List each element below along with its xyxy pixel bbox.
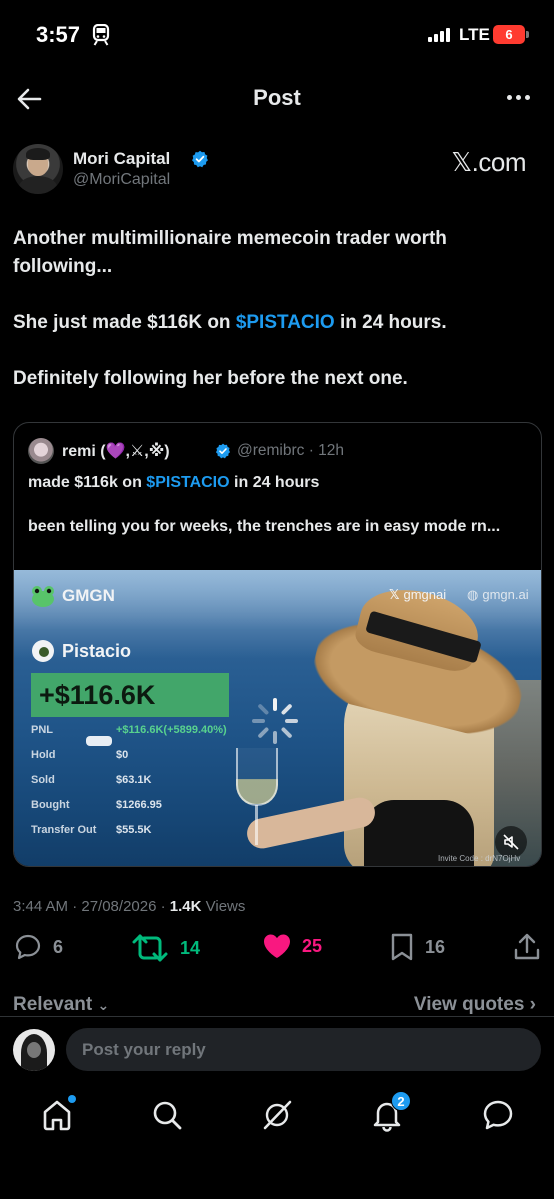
gmgn-logo: GMGN [30,584,115,608]
quoted-avatar [28,438,54,464]
views-count: 1.4K [169,898,202,915]
share-button[interactable] [513,932,541,962]
gmgn-brand: GMGN [62,586,115,605]
quoted-handle-time: @remibrc · 12h [237,442,345,459]
quoted-author-name: remi (💜,⚔,※) [62,443,170,460]
quoted-body: made $116k on $PISTACIO in 24 hours been… [28,472,528,560]
card-x-handle: 𝕏gmgnai [389,587,447,602]
repost-count: 14 [180,937,201,958]
repost-button[interactable]: 14 [130,932,200,964]
post-header: Post [0,78,554,118]
muted-speaker-icon [503,834,519,850]
loading-spinner-icon [252,698,298,744]
chat-bubble-icon [483,1100,513,1130]
pnl-total: +$116.6K [31,673,229,717]
more-options-icon[interactable] [507,95,530,100]
post-line: Definitely following her before the next… [13,368,408,389]
page-title: Post [253,85,301,110]
post-line: She just made $116K on $PISTACIO in 24 h… [13,312,447,333]
heart-icon [264,934,290,958]
boat-decoration [86,736,112,746]
nav-grok[interactable] [260,1098,294,1132]
quoted-media[interactable]: GMGN 𝕏gmgnai ◍ gmgn.ai Pistacio +$116.6K … [14,570,541,866]
battery-icon: 6 [493,25,525,44]
wine-glass [236,748,278,806]
post-line: Another multimillionaire memecoin trader… [13,228,447,277]
bottom-nav: 2 [0,1082,554,1152]
home-icon [43,1100,71,1131]
source-label: 𝕏.com [451,147,526,177]
chevron-down-icon: ⌄ [97,997,110,1013]
search-icon [153,1101,182,1130]
bookmark-icon [391,933,413,961]
author-handle[interactable]: @MoriCapital [73,171,170,189]
globe-icon: ◍ [467,587,479,602]
post-body: Another multimillionaire memecoin trader… [13,225,533,421]
reply-input[interactable]: Post your reply [66,1028,541,1071]
cashtag-link[interactable]: $PISTACIO [146,474,229,491]
nav-messages[interactable] [481,1098,515,1132]
chevron-right-icon: › [529,994,536,1015]
battery-tip [526,31,529,38]
quoted-line: made $116k on $PISTACIO in 24 hours [28,474,320,491]
quoted-line: been telling you for weeks, the trenches… [28,518,501,535]
quoted-header: remi (💜,⚔,※) @remibrc · 12h [28,438,528,464]
sort-dropdown[interactable]: Relevant ⌄ [13,994,109,1016]
like-count: 25 [302,935,323,956]
nav-home[interactable] [40,1095,76,1132]
like-button[interactable]: 25 [262,932,322,960]
nav-search[interactable] [150,1098,184,1132]
train-icon [92,24,110,46]
reply-composer: Post your reply [0,1016,554,1082]
bookmark-count: 16 [425,936,446,957]
share-icon [514,933,540,960]
reply-count: 6 [53,936,64,957]
verified-badge-icon [192,150,208,168]
reply-icon [15,934,41,960]
post-meta: 3:44 AM · 27/08/2026 · 1.4K Views [13,898,246,915]
home-unread-dot [68,1095,76,1103]
signal-icon [428,28,450,42]
bookmark-button[interactable]: 16 [389,932,445,962]
author-avatar[interactable] [13,144,63,194]
author-name[interactable]: Mori Capital [73,149,170,169]
notifications-badge: 2 [391,1091,411,1111]
user-avatar[interactable] [13,1029,55,1071]
cashtag-link[interactable]: $PISTACIO [236,312,335,333]
token-icon [32,640,54,662]
replies-sort-row: Relevant ⌄ View quotes › [0,992,554,1018]
status-time: 3:57 [36,22,81,47]
quoted-post[interactable]: remi (💜,⚔,※) @remibrc · 12h made $116k o… [13,422,542,867]
verified-badge-icon [215,443,231,459]
token-label: Pistacio [32,640,131,662]
back-arrow-icon[interactable] [14,84,44,114]
repost-icon [132,934,168,962]
frog-logo-icon [32,586,54,607]
card-site: ◍ gmgn.ai [467,587,529,602]
status-bar: 3:57 LTE 6 [0,0,554,70]
invite-code: Invite Code : drN7OjHv [438,854,521,863]
view-quotes-link[interactable]: View quotes › [414,994,536,1016]
network-label: LTE [459,25,490,44]
x-logo-icon: 𝕏 [389,587,400,602]
reply-button[interactable]: 6 [13,932,63,962]
action-bar: 6 14 25 16 [0,932,554,970]
grok-icon [263,1100,292,1130]
post-author: Mori Capital @MoriCapital 𝕏.com [13,144,543,196]
nav-notifications[interactable]: 2 [370,1091,411,1132]
